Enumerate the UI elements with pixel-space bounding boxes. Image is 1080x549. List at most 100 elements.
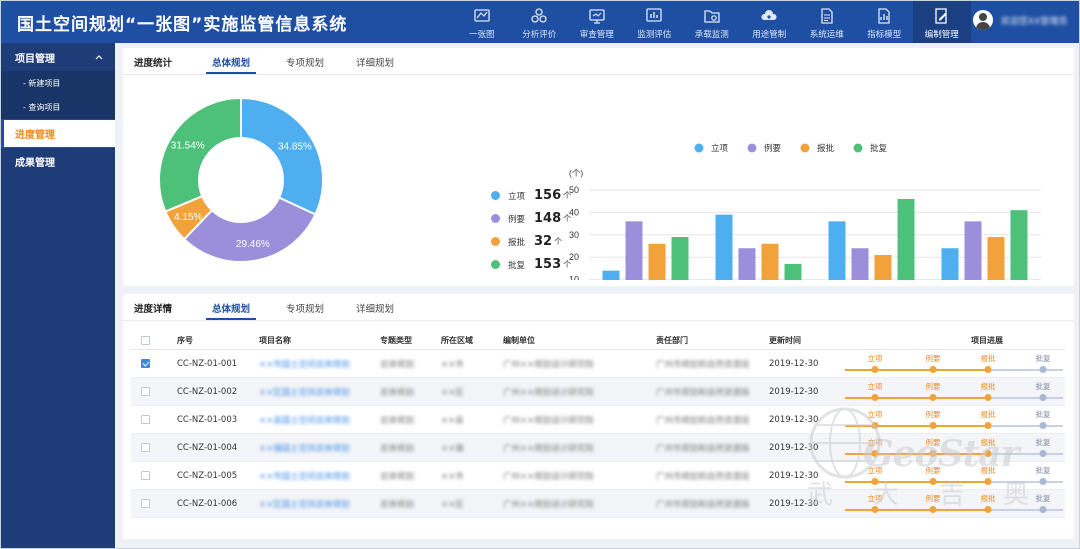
row-checkbox-cell bbox=[141, 378, 150, 405]
bar-2-1[interactable] bbox=[851, 248, 869, 280]
stats-tabs: 进度统计 总体规划 专项规划 详细规划 bbox=[134, 48, 424, 74]
sidebar-item-progress[interactable]: 进度管理 bbox=[1, 119, 115, 147]
donut-slice-0[interactable] bbox=[240, 96, 324, 216]
project-name-link[interactable]: ××县国土空间总体规划 bbox=[259, 406, 350, 433]
progress-stage-label: 立项 bbox=[867, 382, 883, 391]
nav-item-8[interactable]: 编制管理 bbox=[913, 1, 971, 43]
table-row[interactable]: CC-NZ-01-002 ××区国土空间总体规划 总体规划 ××区 广州××规划设计研究… bbox=[131, 378, 1065, 406]
progress-stage-label: 报批 bbox=[980, 354, 996, 363]
table-row[interactable]: CC-NZ-01-004 ××镇国土空间总体规划 总体规划 ××镇 广州××规划设计研究… bbox=[131, 434, 1065, 462]
column-header: 所在区域 bbox=[441, 335, 473, 345]
bar-2-0[interactable] bbox=[828, 221, 846, 280]
progress-stage-dot bbox=[1039, 422, 1047, 429]
topic-type: 总体规划 bbox=[380, 499, 415, 510]
progress-stage-dot bbox=[1039, 366, 1047, 373]
bar-1-3[interactable] bbox=[784, 263, 802, 280]
progress-track: 立项 例要 报批 批复 bbox=[845, 350, 1065, 378]
legend-dot-icon bbox=[491, 214, 500, 223]
nav-item-1[interactable]: 分析评价 bbox=[511, 1, 569, 43]
bar-0-1[interactable] bbox=[625, 221, 643, 280]
table-row[interactable]: CC-NZ-01-003 ××县国土空间总体规划 总体规划 ××县 广州××规划设计研究… bbox=[131, 406, 1065, 434]
nav-item-7[interactable]: 指标模型 bbox=[856, 1, 914, 43]
nav-item-3[interactable]: 监测评估 bbox=[626, 1, 684, 43]
region: ××镇 bbox=[441, 443, 464, 454]
row-id: CC-NZ-01-002 bbox=[177, 386, 238, 397]
table-row[interactable]: CC-NZ-01-005 ××市国土空间总体规划 总体规划 ××市 广州××规划设计研究… bbox=[131, 462, 1065, 490]
progress-stage-label: 例要 bbox=[925, 438, 941, 447]
bar-3-1[interactable] bbox=[964, 221, 982, 280]
nav-item-label: 系统运维 bbox=[809, 30, 844, 40]
tab-detailed-plan[interactable]: 详细规划 bbox=[354, 55, 396, 74]
project-name-link[interactable]: ××镇国土空间总体规划 bbox=[259, 434, 350, 461]
update-time: 2019-12-30 bbox=[769, 442, 819, 453]
row-checkbox[interactable] bbox=[141, 499, 150, 508]
avatar[interactable] bbox=[973, 10, 993, 30]
bar-2-3[interactable] bbox=[897, 198, 915, 280]
legend-name: 例要 bbox=[508, 214, 526, 225]
bar-1-1[interactable] bbox=[738, 248, 756, 280]
table-header: 序号 项目名称 专题类型 所在区域 编制单位 责任部门 更新时间 项目进展 bbox=[131, 331, 1065, 350]
bar-3-0[interactable] bbox=[941, 248, 959, 280]
bar-1-0[interactable] bbox=[715, 214, 733, 280]
column-header: 项目名称 bbox=[259, 335, 291, 345]
responsible-dept: 广州市规划和自然资源局 bbox=[656, 471, 750, 482]
stats-title: 进度统计 bbox=[134, 58, 173, 69]
update-time: 2019-12-30 bbox=[769, 358, 819, 369]
progress-stage-label: 报批 bbox=[980, 494, 996, 503]
nav-item-label: 指标模型 bbox=[867, 30, 902, 40]
column-header: 编制单位 bbox=[503, 335, 535, 345]
progress-stage-label: 例要 bbox=[925, 494, 941, 503]
bar-0-3[interactable] bbox=[671, 237, 689, 280]
progress-stage-label: 报批 bbox=[980, 382, 996, 391]
tab-detailed-plan-detail[interactable]: 详细规划 bbox=[354, 301, 396, 320]
update-time: 2019-12-30 bbox=[769, 498, 819, 509]
column-header: 责任部门 bbox=[656, 335, 688, 345]
tab-overall-plan-detail[interactable]: 总体规划 bbox=[206, 301, 257, 320]
bar-3-2[interactable] bbox=[987, 237, 1005, 280]
nav-item-2[interactable]: 审查管理 bbox=[568, 1, 626, 43]
user-info[interactable]: 欢迎您XX管理员 bbox=[973, 10, 1067, 30]
bar-0-2[interactable] bbox=[648, 243, 666, 280]
progress-stage-dot bbox=[871, 506, 879, 513]
row-checkbox[interactable] bbox=[141, 471, 150, 480]
legend-dot-icon bbox=[491, 191, 500, 200]
nav-item-5[interactable]: 用途管制 bbox=[741, 1, 799, 43]
nav-item-0[interactable]: 一张图 bbox=[453, 1, 511, 43]
tab-special-plan-detail[interactable]: 专项规划 bbox=[284, 301, 326, 320]
sidebar-group-project[interactable]: 项目管理 bbox=[1, 43, 115, 71]
donut-slice-3[interactable] bbox=[158, 96, 242, 213]
bar-0-0[interactable] bbox=[602, 270, 620, 280]
bar-3-3[interactable] bbox=[1010, 210, 1028, 280]
project-name-link[interactable]: ××市国土空间总体规划 bbox=[259, 462, 350, 489]
sidebar-item-results[interactable]: 成果管理 bbox=[1, 147, 115, 175]
project-name-link[interactable]: ××区国土空间总体规划 bbox=[259, 490, 350, 517]
bar-legend-label: 报批 bbox=[817, 143, 835, 153]
analysis-icon bbox=[531, 8, 547, 23]
nav-item-label: 编制管理 bbox=[924, 30, 959, 40]
sidebar-item-query-project[interactable]: - 查询项目 bbox=[1, 95, 115, 119]
row-checkbox[interactable] bbox=[141, 415, 150, 424]
table-row[interactable]: CC-NZ-01-001 ××市国土空间总体规划 总体规划 ××市 广州××规划设计研究… bbox=[131, 350, 1065, 378]
progress-stage-dot bbox=[984, 478, 992, 485]
responsible-dept: 广州市规划和自然资源局 bbox=[656, 415, 750, 426]
row-checkbox[interactable] bbox=[141, 359, 150, 368]
nav-item-4[interactable]: 承载监测 bbox=[683, 1, 741, 43]
tab-special-plan[interactable]: 专项规划 bbox=[284, 55, 326, 74]
bar-legend-label: 立项 bbox=[711, 143, 729, 153]
tab-overall-plan[interactable]: 总体规划 bbox=[206, 55, 257, 74]
sidebar-item-new-project[interactable]: - 新建项目 bbox=[1, 71, 115, 95]
y-tick-label: 20 bbox=[569, 252, 579, 262]
nav-item-6[interactable]: 系统运维 bbox=[798, 1, 856, 43]
project-name-link[interactable]: ××市国土空间总体规划 bbox=[259, 350, 350, 377]
row-checkbox[interactable] bbox=[141, 387, 150, 396]
project-name-link[interactable]: ××区国土空间总体规划 bbox=[259, 378, 350, 405]
nav-item-label: 用途管制 bbox=[752, 30, 787, 40]
select-all-checkbox[interactable] bbox=[141, 335, 150, 345]
row-checkbox-cell bbox=[141, 490, 150, 517]
bar-2-2[interactable] bbox=[874, 254, 892, 280]
bar-legend-label: 例要 bbox=[764, 143, 782, 153]
table-row[interactable]: CC-NZ-01-006 ××区国土空间总体规划 总体规划 ××区 广州××规划设计研究… bbox=[131, 490, 1065, 518]
progress-stage-dot bbox=[871, 366, 879, 373]
row-checkbox[interactable] bbox=[141, 443, 150, 452]
bar-1-2[interactable] bbox=[761, 243, 779, 280]
